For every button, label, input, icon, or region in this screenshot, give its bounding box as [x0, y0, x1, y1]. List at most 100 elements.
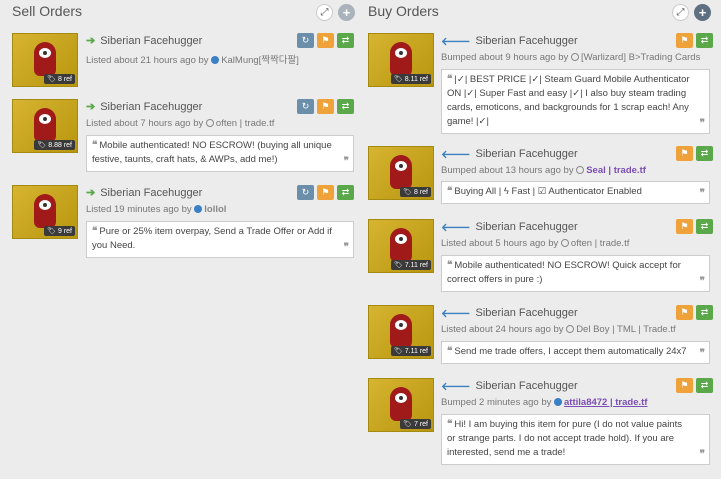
offline-status-icon [560, 239, 569, 247]
report-button[interactable]: ⚑ [676, 219, 693, 234]
price-badge: 🏷 7 ref [400, 419, 431, 429]
item-name[interactable]: Siberian Facehugger [476, 380, 578, 392]
online-status-icon [211, 56, 220, 64]
user-link[interactable]: lollol [204, 204, 226, 215]
quote-close-icon: ❞ [699, 449, 705, 460]
listing-meta: Listed 19 minutes ago by lollol [86, 204, 227, 215]
sell-arrow-icon: ➔ [86, 187, 96, 199]
trade-button[interactable]: ⇄ [337, 33, 354, 48]
item-thumbnail[interactable]: 🏷 8.88 ref [12, 99, 78, 153]
quote-close-icon: ❞ [699, 118, 705, 129]
item-image [390, 387, 412, 421]
trade-button[interactable]: ⇄ [696, 33, 713, 48]
item-thumbnail[interactable]: 🏷 8 ref [368, 146, 434, 200]
price-badge: 🏷 9 ref [44, 226, 75, 236]
trade-button[interactable]: ⇄ [696, 219, 713, 234]
order-comment: ❝ Mobile authenticated! NO ESCROW! (buyin… [86, 135, 354, 172]
order-comment: ❝ Send me trade offers, I accept them aut… [441, 341, 710, 364]
user-link[interactable]: attila8472 | trade.tf [564, 397, 647, 408]
user-link[interactable]: often | trade.tf [571, 238, 629, 249]
buy-order-item: 🏷 7.11 ref 🡐 Siberian Facehugger ⚑ ⇄ Liste… [360, 219, 721, 294]
buy-order-item: 🏷 8.11 ref 🡐 Siberian Facehugger ⚑ ⇄ Bumpe… [360, 33, 721, 134]
trade-button[interactable]: ⇄ [696, 146, 713, 161]
report-button[interactable]: ⚑ [676, 378, 693, 393]
user-link[interactable]: often | trade.tf [216, 118, 274, 129]
item-thumbnail[interactable]: 🏷 7.11 ref [368, 219, 434, 273]
item-image [390, 314, 412, 348]
report-button[interactable]: ⚑ [317, 33, 334, 48]
sell-arrow-icon: ➔ [86, 101, 96, 113]
item-image [34, 194, 56, 228]
offline-status-icon [205, 119, 214, 127]
add-buy-order-button[interactable]: + [694, 4, 711, 21]
price-badge: 🏷 8 ref [44, 74, 75, 84]
user-link[interactable]: Seal | trade.tf [586, 165, 646, 176]
item-name[interactable]: Siberian Facehugger [100, 101, 202, 113]
trade-button[interactable]: ⇄ [696, 378, 713, 393]
item-thumbnail[interactable]: 🏷 7 ref [368, 378, 434, 432]
sell-arrow-icon: ➔ [86, 35, 96, 47]
trade-button[interactable]: ⇄ [696, 305, 713, 320]
item-thumbnail[interactable]: 🏷 9 ref [12, 185, 78, 239]
item-name[interactable]: Siberian Facehugger [476, 35, 578, 47]
report-button[interactable]: ⚑ [676, 33, 693, 48]
offline-status-icon [576, 166, 585, 174]
offline-status-icon [570, 53, 579, 61]
bump-button[interactable]: ↻ [297, 33, 314, 48]
user-link[interactable]: Del Boy | TML | Trade.tf [576, 324, 675, 335]
item-thumbnail[interactable]: 🏷 8.11 ref [368, 33, 434, 87]
item-image [34, 42, 56, 76]
listing-meta: Listed about 5 hours ago by often | trad… [441, 238, 630, 249]
quote-open-icon: ❝ [447, 346, 453, 357]
listing-meta: Bumped 2 minutes ago by attila8472 | tra… [441, 397, 648, 408]
report-button[interactable]: ⚑ [317, 99, 334, 114]
price-badge: 🏷 7.11 ref [390, 346, 431, 356]
item-name[interactable]: Siberian Facehugger [476, 307, 578, 319]
buy-arrow-icon: 🡐 [441, 222, 471, 234]
expand-icon[interactable]: ⤢ [672, 4, 689, 21]
report-button[interactable]: ⚑ [317, 185, 334, 200]
listing-meta: Listed about 21 hours ago by KalMung[짝짝다… [86, 55, 299, 66]
price-badge: 🏷 7.11 ref [390, 260, 431, 270]
user-link[interactable]: [Warlizard] B>Trading Cards [581, 52, 700, 63]
offline-status-icon [566, 325, 575, 333]
order-comment: ❝ Pure or 25% item overpay, Send a Trade … [86, 221, 354, 258]
order-comment: ❝ Hi! I am buying this item for pure (I d… [441, 414, 710, 465]
item-name[interactable]: Siberian Facehugger [476, 148, 578, 160]
user-link[interactable]: KalMung[짝짝다팔] [221, 55, 299, 66]
item-image [390, 42, 412, 76]
buy-orders-heading: Buy Orders [368, 3, 439, 19]
trade-button[interactable]: ⇄ [337, 185, 354, 200]
item-name[interactable]: Siberian Facehugger [476, 221, 578, 233]
price-badge: 🏷 8 ref [400, 187, 431, 197]
price-badge: 🏷 8.88 ref [34, 140, 75, 150]
bump-button[interactable]: ↻ [297, 99, 314, 114]
quote-open-icon: ❝ [92, 140, 98, 151]
report-button[interactable]: ⚑ [676, 305, 693, 320]
quote-close-icon: ❞ [699, 276, 705, 287]
quote-close-icon: ❞ [699, 348, 705, 359]
buy-arrow-icon: 🡐 [441, 36, 471, 48]
sell-orders-heading: Sell Orders [12, 3, 83, 19]
expand-icon[interactable]: ⤢ [316, 4, 333, 21]
report-button[interactable]: ⚑ [676, 146, 693, 161]
trade-button[interactable]: ⇄ [337, 99, 354, 114]
quote-open-icon: ❝ [447, 74, 453, 85]
sell-order-item: 🏷 8.88 ref ➔ Siberian Facehugger ↻ ⚑ ⇄ List… [0, 99, 360, 174]
bump-button[interactable]: ↻ [297, 185, 314, 200]
item-name[interactable]: Siberian Facehugger [100, 187, 202, 199]
order-comment: ❝ |✓| BEST PRICE |✓| Steam Guard Mobile A… [441, 69, 710, 134]
quote-open-icon: ❝ [92, 226, 98, 237]
item-name[interactable]: Siberian Facehugger [100, 35, 202, 47]
order-comment: ❝ Buying All | ϟ Fast | ☑ Authenticator E… [441, 181, 710, 204]
online-status-icon [554, 398, 563, 406]
item-thumbnail[interactable]: 🏷 8 ref [12, 33, 78, 87]
add-sell-order-button[interactable]: + [338, 4, 355, 21]
price-badge: 🏷 8.11 ref [390, 74, 431, 84]
buy-arrow-icon: 🡐 [441, 308, 471, 320]
item-thumbnail[interactable]: 🏷 7.11 ref [368, 305, 434, 359]
quote-open-icon: ❝ [447, 260, 453, 271]
item-image [390, 228, 412, 262]
buy-order-item: 🏷 7.11 ref 🡐 Siberian Facehugger ⚑ ⇄ Liste… [360, 305, 721, 367]
listing-meta: Bumped about 9 hours ago by [Warlizard] … [441, 52, 701, 63]
